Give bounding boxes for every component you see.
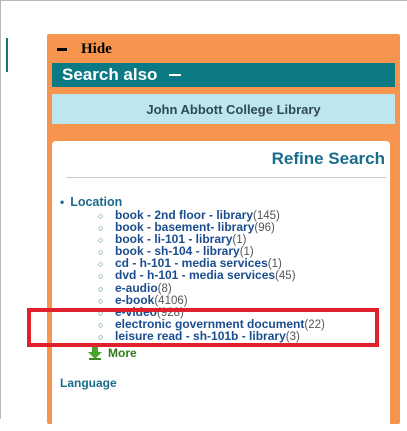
facet-count: (3) xyxy=(285,330,300,343)
list-item: ○ e-audio (8) xyxy=(98,281,325,295)
language-facet-heading[interactable]: Language xyxy=(60,376,325,390)
collapse-minus-icon[interactable] xyxy=(169,74,182,76)
location-facet: • Location ○ book - 2nd floor - library (1… xyxy=(60,195,325,390)
left-accent-bar xyxy=(6,38,8,72)
refine-search-title: Refine Search xyxy=(271,149,385,168)
hide-label: Hide xyxy=(81,40,112,57)
circle-bullet-icon: ○ xyxy=(98,283,104,294)
circle-bullet-icon: ○ xyxy=(98,331,104,342)
search-also-header[interactable]: Search also xyxy=(52,63,395,87)
circle-bullet-icon: ○ xyxy=(98,223,104,234)
more-label: More xyxy=(108,346,137,361)
facet-link[interactable]: dvd - h-101 - media services xyxy=(115,269,275,281)
search-also-label: Search also xyxy=(62,65,158,84)
list-item: ○ leisure read - sh-101b - library (3) xyxy=(98,330,325,343)
facet-count: (96) xyxy=(254,222,275,235)
minus-icon xyxy=(57,47,67,51)
circle-bullet-icon: ○ xyxy=(98,235,104,246)
circle-bullet-icon: ○ xyxy=(98,307,104,318)
circle-bullet-icon: ○ xyxy=(98,259,104,270)
circle-bullet-icon: ○ xyxy=(98,211,104,221)
circle-bullet-icon: ○ xyxy=(98,271,104,282)
circle-bullet-icon: ○ xyxy=(98,247,104,258)
search-panel: Hide Search also John Abbott College Lib… xyxy=(47,34,400,431)
list-item: ○ dvd - h-101 - media services (45) xyxy=(98,269,325,283)
circle-bullet-icon: ○ xyxy=(98,295,104,306)
facet-count: (8) xyxy=(157,282,172,295)
more-link[interactable]: More xyxy=(88,346,325,361)
facet-count: (4106) xyxy=(154,294,188,307)
library-link-band[interactable]: John Abbott College Library xyxy=(52,94,395,124)
facet-count: (22) xyxy=(304,318,325,331)
facet-link[interactable]: leisure read - sh-101b - library xyxy=(115,330,286,342)
hide-toggle[interactable]: Hide xyxy=(55,40,112,58)
down-arrow-icon xyxy=(88,346,102,361)
facet-link[interactable]: e-audio xyxy=(115,281,158,293)
library-name[interactable]: John Abbott College Library xyxy=(146,102,320,117)
facet-item-list: ○ book - 2nd floor - library (145) ○ book - … xyxy=(98,209,325,343)
facet-link[interactable]: e-book xyxy=(115,294,154,306)
list-item: ○ e-book (4106) xyxy=(98,294,325,307)
bullet-icon: • xyxy=(60,195,65,209)
facet-count: (45) xyxy=(275,270,296,283)
circle-bullet-icon: ○ xyxy=(98,319,104,330)
refine-search-box: Refine Search • Location ○ book - 2nd flo… xyxy=(52,141,390,431)
facet-heading: • Location xyxy=(60,195,325,209)
facet-label: Location xyxy=(70,195,123,209)
facet-count: (145) xyxy=(253,210,280,222)
divider xyxy=(66,177,386,178)
